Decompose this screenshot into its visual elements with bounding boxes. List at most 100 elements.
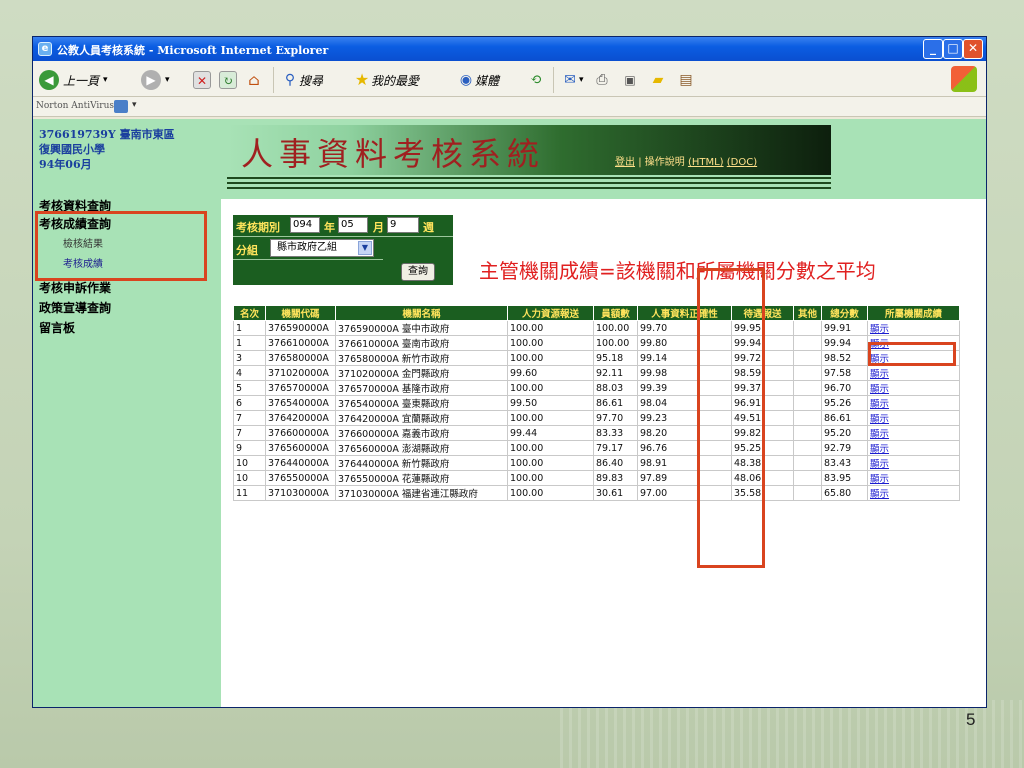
cell-hr-report: 100.00 bbox=[507, 455, 594, 471]
show-link[interactable]: 顯示 bbox=[870, 489, 889, 500]
cell-staff-count: 86.40 bbox=[593, 455, 638, 471]
forward-dropdown-icon[interactable]: ▾ bbox=[165, 75, 170, 85]
header-sub-org-score: 所屬機關成績 bbox=[867, 305, 960, 321]
stop-button[interactable]: ✕ bbox=[193, 69, 211, 91]
cell-org-name: 376600000A 嘉義市政府 bbox=[335, 425, 508, 441]
menu-appeal[interactable]: 考核申訴作業 bbox=[39, 279, 111, 296]
cell-org-code: 376580000A bbox=[265, 350, 336, 366]
cell-hr-report: 99.44 bbox=[507, 425, 594, 441]
history-icon: ⟲ bbox=[530, 72, 542, 88]
cell-sub-org-score: 顯示 bbox=[867, 485, 960, 501]
cell-rank: 5 bbox=[233, 380, 266, 396]
cell-hr-report: 100.00 bbox=[507, 485, 594, 501]
week-input[interactable]: 9 bbox=[387, 217, 419, 233]
title-bar[interactable]: e 公教人員考核系統 - Microsoft Internet Explorer… bbox=[33, 37, 986, 61]
cell-rank: 7 bbox=[233, 425, 266, 441]
cell-staff-count: 100.00 bbox=[593, 320, 638, 336]
stop-icon: ✕ bbox=[193, 71, 211, 89]
edit-icon: ▣ bbox=[624, 73, 636, 87]
forward-button[interactable]: ▶ ▾ bbox=[141, 69, 170, 91]
cell-hr-report: 100.00 bbox=[507, 350, 594, 366]
history-button[interactable]: ⟲ bbox=[527, 69, 545, 91]
cell-total-score: 96.70 bbox=[821, 380, 868, 396]
back-button[interactable]: ◀ 上一頁 ▾ bbox=[39, 69, 108, 91]
menu-highlight-box bbox=[35, 211, 207, 281]
show-link[interactable]: 顯示 bbox=[870, 399, 889, 410]
media-icon: ◉ bbox=[459, 72, 473, 88]
show-link[interactable]: 顯示 bbox=[870, 369, 889, 380]
year-input[interactable]: 094 bbox=[290, 217, 320, 233]
web-page: 376619739Y 臺南市東區 復興國民小學 94年06月 考核資料查詢 考核… bbox=[33, 119, 986, 707]
research-button[interactable]: ▤ bbox=[677, 69, 695, 91]
header-hr-report: 人力資源報送 bbox=[507, 305, 594, 321]
cell-sub-org-score: 顯示 bbox=[867, 440, 960, 456]
cell-staff-count: 88.03 bbox=[593, 380, 638, 396]
month-input[interactable]: 05 bbox=[338, 217, 368, 233]
cell-hr-report: 100.00 bbox=[507, 410, 594, 426]
cell-rank: 3 bbox=[233, 350, 266, 366]
minimize-button[interactable]: _ bbox=[923, 39, 943, 59]
norton-icon[interactable] bbox=[114, 100, 128, 113]
maximize-button[interactable]: □ bbox=[943, 39, 963, 59]
cell-rank: 1 bbox=[233, 335, 266, 351]
ie-icon: e bbox=[38, 42, 52, 56]
logout-link[interactable]: 登出 bbox=[615, 157, 635, 168]
year-unit: 年 bbox=[324, 221, 335, 234]
cell-hr-report: 99.60 bbox=[507, 365, 594, 381]
favorites-label: 我的最愛 bbox=[371, 73, 420, 88]
show-link[interactable]: 顯示 bbox=[870, 474, 889, 485]
media-label: 媒體 bbox=[475, 73, 500, 88]
table-row: 11 371030000A 371030000A 福建省連江縣政府 100.00 30.… bbox=[233, 485, 960, 501]
query-button[interactable]: 查詢 bbox=[401, 263, 435, 281]
favorites-button[interactable]: ★ 我的最愛 bbox=[353, 69, 419, 91]
search-button[interactable]: ⚲ 搜尋 bbox=[281, 69, 323, 91]
print-button[interactable]: ⎙ bbox=[593, 69, 611, 91]
search-label: 搜尋 bbox=[299, 73, 324, 88]
menu-message-board[interactable]: 留言板 bbox=[39, 319, 75, 336]
home-button[interactable]: ⌂ bbox=[245, 69, 263, 91]
cell-total-score: 99.94 bbox=[821, 335, 868, 351]
show-link[interactable]: 顯示 bbox=[870, 324, 889, 335]
show-link[interactable]: 顯示 bbox=[870, 429, 889, 440]
help-html-link[interactable]: (HTML) bbox=[688, 157, 724, 168]
banner-stripes bbox=[227, 177, 831, 189]
cell-hr-report: 100.00 bbox=[507, 440, 594, 456]
cell-org-name: 376540000A 臺東縣政府 bbox=[335, 395, 508, 411]
cell-other bbox=[793, 335, 822, 351]
cell-sub-org-score: 顯示 bbox=[867, 395, 960, 411]
table-row: 4 371020000A 371020000A 金門縣政府 99.60 92.11 99.… bbox=[233, 365, 960, 381]
show-link[interactable]: 顯示 bbox=[870, 444, 889, 455]
group-select[interactable]: 縣市政府乙組 ▼ bbox=[270, 239, 374, 257]
cell-sub-org-score: 顯示 bbox=[867, 320, 960, 336]
cell-org-code: 376590000A bbox=[265, 320, 336, 336]
refresh-icon: ↻ bbox=[219, 71, 237, 89]
chevron-down-icon[interactable]: ▼ bbox=[358, 241, 372, 255]
refresh-button[interactable]: ↻ bbox=[219, 69, 237, 91]
cell-org-code: 371030000A bbox=[265, 485, 336, 501]
help-doc-link[interactable]: (DOC) bbox=[727, 157, 757, 168]
folder-icon: ▰ bbox=[652, 72, 664, 88]
cell-staff-count: 95.18 bbox=[593, 350, 638, 366]
org-period: 94年06月 bbox=[39, 158, 92, 171]
close-button[interactable]: ✕ bbox=[963, 39, 983, 59]
show-link[interactable]: 顯示 bbox=[870, 414, 889, 425]
table-row: 7 376420000A 376420000A 宜蘭縣政府 100.00 97.70 99… bbox=[233, 410, 960, 426]
cell-hr-report: 100.00 bbox=[507, 335, 594, 351]
header-rank: 名次 bbox=[233, 305, 266, 321]
mail-dropdown-icon[interactable]: ▾ bbox=[579, 75, 584, 85]
folder-button[interactable]: ▰ bbox=[649, 69, 667, 91]
cell-org-code: 376610000A bbox=[265, 335, 336, 351]
cell-staff-count: 100.00 bbox=[593, 335, 638, 351]
back-dropdown-icon[interactable]: ▾ bbox=[103, 75, 108, 85]
norton-dropdown-icon[interactable]: ▾ bbox=[132, 100, 137, 110]
show-link[interactable]: 顯示 bbox=[870, 459, 889, 470]
cell-other bbox=[793, 365, 822, 381]
edit-button[interactable]: ▣ bbox=[621, 69, 639, 91]
cell-staff-count: 86.61 bbox=[593, 395, 638, 411]
cell-org-code: 376600000A bbox=[265, 425, 336, 441]
menu-policy-query[interactable]: 政策宣導查詢 bbox=[39, 299, 111, 316]
mail-button[interactable]: ✉ ▾ bbox=[561, 69, 584, 91]
norton-label: Norton AntiVirus bbox=[36, 101, 115, 111]
show-link[interactable]: 顯示 bbox=[870, 384, 889, 395]
media-button[interactable]: ◉ 媒體 bbox=[457, 69, 499, 91]
